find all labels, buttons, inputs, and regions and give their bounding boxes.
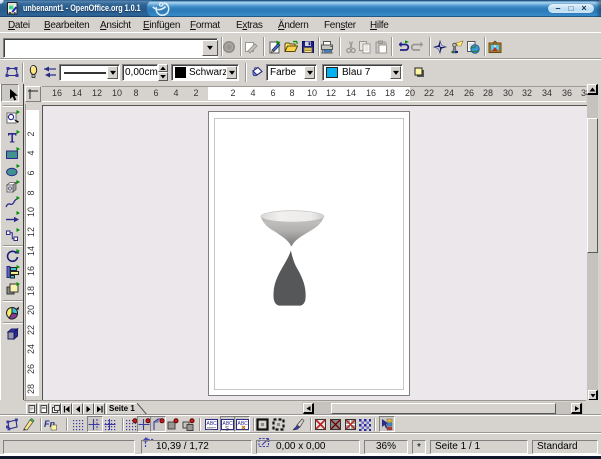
svg-text:S: S [225, 427, 229, 432]
svg-text:ABC: ABC [207, 421, 218, 427]
